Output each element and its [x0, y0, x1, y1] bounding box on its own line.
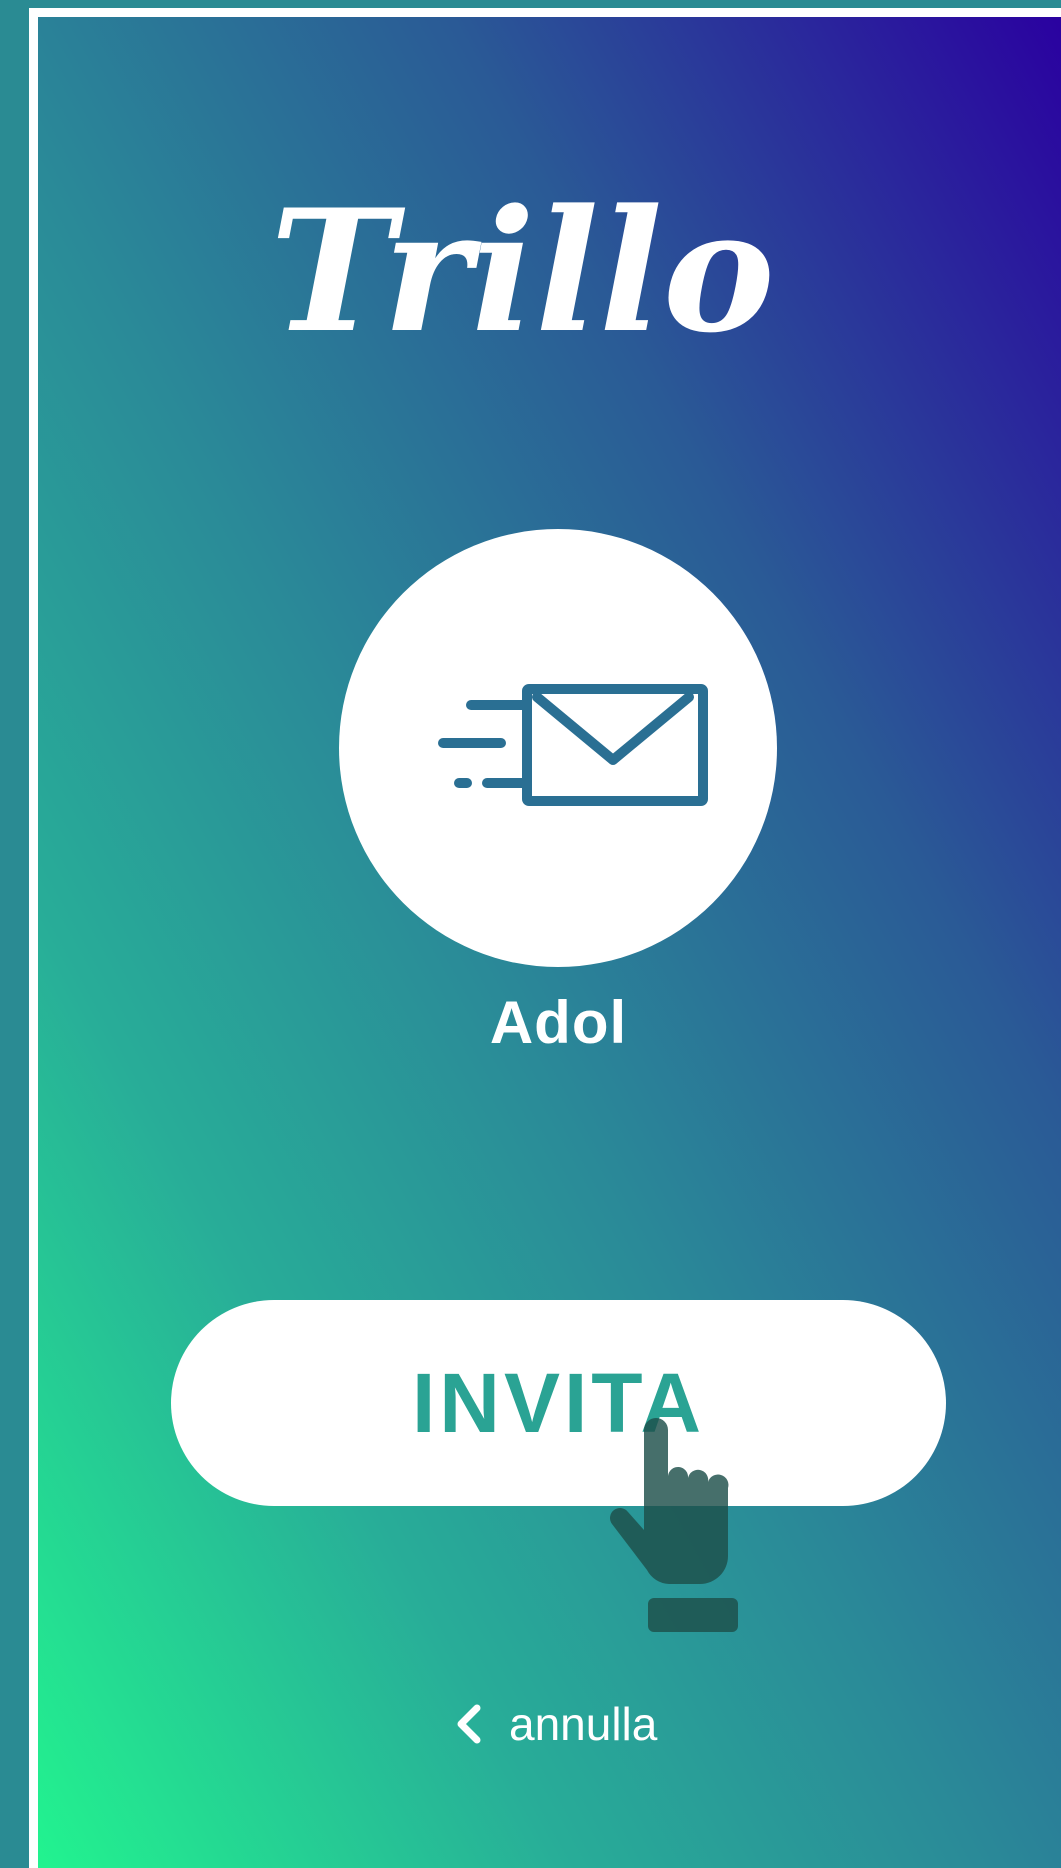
cancel-label: annulla [509, 1698, 658, 1750]
contact-avatar [339, 529, 777, 967]
invite-button[interactable]: INVITA [171, 1300, 946, 1506]
logo-text: Trillo [270, 172, 775, 370]
cancel-link[interactable]: annulla [453, 1694, 657, 1754]
chevron-left-icon [457, 1704, 481, 1744]
envelope-fast-icon [438, 684, 708, 806]
hand-pointer-icon [610, 1418, 738, 1632]
trillo-logo: Trillo [270, 172, 775, 370]
invite-screen: Trillo Adol INVITA annulla [0, 0, 1061, 1868]
contact-name: Adol [489, 989, 628, 1056]
